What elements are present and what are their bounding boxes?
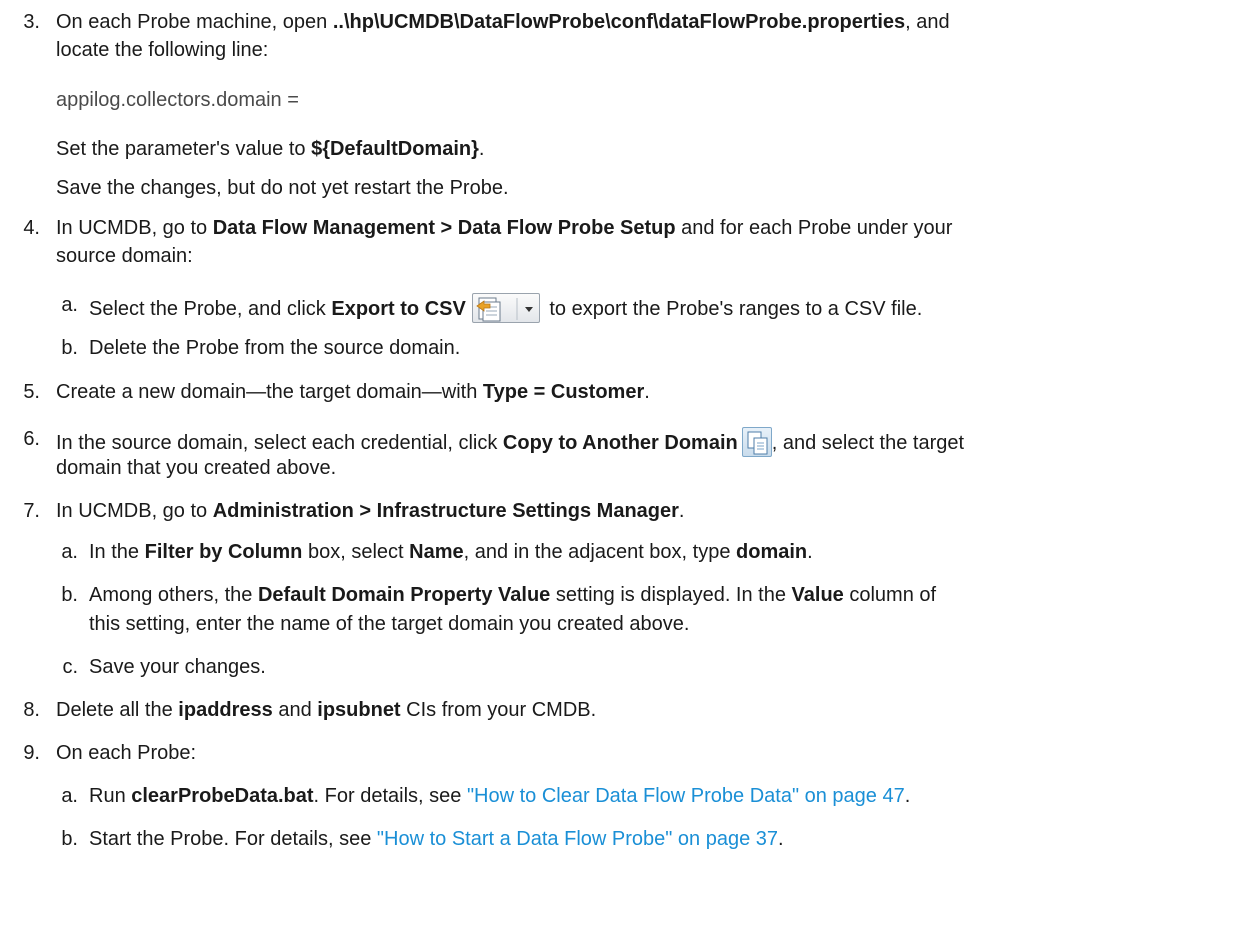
default-domain-property-label: Default Domain Property Value <box>257 584 551 606</box>
value-label: Value <box>791 584 844 606</box>
step-6-number: 6. <box>23 428 40 450</box>
text: . <box>778 828 784 850</box>
text: , and <box>905 11 950 33</box>
text: . <box>678 500 685 522</box>
step-4a-text: Select the Probe, and click Export to CS… <box>89 293 922 323</box>
text: box, select <box>302 541 410 563</box>
step-9b-letter: b. <box>61 828 78 850</box>
text: In the <box>89 541 145 563</box>
step-4b-text: Delete the Probe from the source domain. <box>89 337 461 359</box>
step-7-text: In UCMDB, go to Administration > Infrast… <box>56 499 684 523</box>
step-9a-text: Run clearProbeData.bat. For details, see… <box>89 784 910 808</box>
step-9b-text: Start the Probe. For details, see "How t… <box>89 827 784 851</box>
admin-menu-path: Administration > Infrastructure Settings… <box>212 500 679 522</box>
text: In the source domain, select each creden… <box>56 432 503 454</box>
properties-path: ..\hp\UCMDB\DataFlowProbe\conf\dataFlowP… <box>332 11 906 33</box>
text: Start the Probe. For details, see <box>89 828 377 850</box>
export-to-csv-label: Export to CSV <box>331 298 466 320</box>
text: Create a new domain—the target domain—wi… <box>56 381 483 403</box>
filter-by-column-label: Filter by Column <box>144 541 303 563</box>
step-9-number: 9. <box>23 742 40 764</box>
text: . <box>807 541 813 563</box>
step-8-number: 8. <box>23 699 40 721</box>
text: and <box>272 699 318 721</box>
name-label: Name <box>409 541 464 563</box>
copy-to-another-domain-label: Copy to Another Domain <box>502 432 738 454</box>
link-clear-probe-data[interactable]: "How to Clear Data Flow Probe Data" on p… <box>467 785 905 807</box>
step-7a-text: In the Filter by Column box, select Name… <box>89 540 813 564</box>
step-4b-letter: b. <box>61 337 78 359</box>
export-icon-graphic <box>476 297 533 322</box>
clear-probe-data-bat: clearProbeData.bat <box>131 785 314 807</box>
step-7b-letter: b. <box>61 584 78 606</box>
text: In UCMDB, go to <box>56 500 213 522</box>
text: . For details, see <box>313 785 467 807</box>
text: , and in the adjacent box, type <box>463 541 737 563</box>
step-3-line-2: locate the following line: <box>56 39 269 61</box>
step-7c-letter: c. <box>62 656 78 678</box>
step-4-number: 4. <box>23 217 40 239</box>
text: . <box>644 381 650 403</box>
menu-path: Data Flow Management > Data Flow Probe S… <box>212 217 676 239</box>
code-line: appilog.collectors.domain = <box>56 89 299 111</box>
text: column of <box>843 584 937 606</box>
default-domain-value: ${DefaultDomain} <box>311 138 479 160</box>
document-page: 3. On each Probe machine, open ..\hp\UCM… <box>0 0 1241 928</box>
text: to export the Probe's ranges to a CSV fi… <box>543 298 923 320</box>
text: In UCMDB, go to <box>56 217 213 239</box>
text: Set the parameter's value to <box>56 138 312 160</box>
step-7a-letter: a. <box>61 541 78 563</box>
step-9a-letter: a. <box>61 785 78 807</box>
step-4-line-1: In UCMDB, go to Data Flow Management > D… <box>56 216 952 240</box>
text: Select the Probe, and click <box>89 298 332 320</box>
text: , and select the target <box>771 432 965 454</box>
domain-keyword: domain <box>736 541 808 563</box>
text: . <box>478 138 485 160</box>
step-3-number: 3. <box>23 11 40 33</box>
ipsubnet-label: ipsubnet <box>317 699 401 721</box>
step-7c-text: Save your changes. <box>89 656 266 678</box>
copy-icon-graphic <box>747 431 768 455</box>
text: Among others, the <box>89 584 258 606</box>
step-5-number: 5. <box>23 381 40 403</box>
text: setting is displayed. In the <box>550 584 792 606</box>
step-6-line-1: In the source domain, select each creden… <box>56 427 964 457</box>
step-5-text: Create a new domain—the target domain—wi… <box>56 380 650 404</box>
text: On each Probe machine, open <box>56 11 333 33</box>
step-6-line-2: domain that you created above. <box>56 457 337 479</box>
step-8-text: Delete all the ipaddress and ipsubnet CI… <box>56 698 596 722</box>
step-4-line-2: source domain: <box>56 245 193 267</box>
text: CIs from your CMDB. <box>400 699 597 721</box>
text: Delete all the <box>56 699 179 721</box>
text: . <box>904 785 911 807</box>
type-customer: Type = Customer <box>482 381 645 403</box>
step-3-set-value: Set the parameter's value to ${DefaultDo… <box>56 137 484 161</box>
link-start-probe[interactable]: "How to Start a Data Flow Probe" on page… <box>377 828 778 850</box>
export-to-csv-icon <box>471 293 540 323</box>
step-7-number: 7. <box>23 500 40 522</box>
step-9-text: On each Probe: <box>56 742 197 764</box>
step-4a-letter: a. <box>61 294 78 316</box>
step-7b-line-2: this setting, enter the name of the targ… <box>89 613 690 635</box>
text: and for each Probe under your <box>675 217 953 239</box>
step-3-line-1: On each Probe machine, open ..\hp\UCMDB\… <box>56 10 950 34</box>
copy-to-another-domain-icon <box>741 427 772 457</box>
ipaddress-label: ipaddress <box>178 699 273 721</box>
step-7b-line-1: Among others, the Default Domain Propert… <box>89 583 936 607</box>
text: Run <box>89 785 132 807</box>
step-3-save-note: Save the changes, but do not yet restart… <box>56 177 509 199</box>
